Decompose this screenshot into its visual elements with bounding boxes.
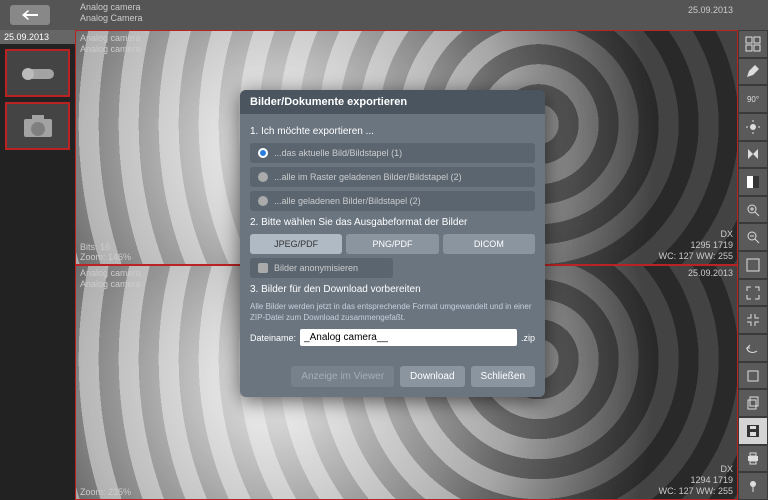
- topbar-title: Analog camera Analog Camera: [80, 2, 143, 24]
- thumbnail-2[interactable]: [5, 102, 70, 150]
- export-option-grid[interactable]: ...alle im Raster geladenen Bilder/Bilds…: [250, 167, 535, 187]
- checkbox-icon: [258, 263, 268, 273]
- floppy-icon: [746, 424, 760, 438]
- pane-zoom-info: Bits: 16 Zoom: 146%: [80, 242, 131, 262]
- rotate-icon: 90°: [747, 95, 759, 104]
- export-option-current[interactable]: ...das aktuelle Bild/Bildstapel (1): [250, 143, 535, 163]
- print-button[interactable]: [739, 446, 767, 472]
- section-1-title: 1. Ich möchte exportieren ...: [250, 126, 535, 137]
- close-button[interactable]: Schließen: [471, 366, 535, 387]
- format-dicom[interactable]: DICOM: [443, 234, 535, 254]
- right-toolbar: 90°: [738, 30, 768, 500]
- fit-icon: [746, 258, 760, 272]
- flip-icon: [746, 147, 760, 161]
- undo-button[interactable]: [739, 335, 767, 361]
- anonymize-checkbox[interactable]: Bilder anonymisieren: [250, 258, 393, 278]
- grid-icon: [745, 36, 761, 52]
- rotate-button[interactable]: 90°: [739, 86, 767, 112]
- pin-icon: [746, 479, 760, 493]
- pane-label: Analog camera Analog camera: [80, 268, 141, 290]
- radio-icon: [258, 172, 268, 182]
- thumbnail-1[interactable]: [5, 49, 70, 97]
- flip-button[interactable]: [739, 142, 767, 168]
- left-sidebar: 25.09.2013: [0, 30, 75, 500]
- grid-layout-button[interactable]: [739, 31, 767, 57]
- ruler-icon: [746, 369, 760, 383]
- back-button[interactable]: [10, 5, 50, 25]
- zoom-out-button[interactable]: [739, 224, 767, 250]
- undo-icon: [746, 341, 760, 355]
- filename-label: Dateiname:: [250, 333, 296, 343]
- brightness-button[interactable]: [739, 114, 767, 140]
- sidebar-date-header: 25.09.2013: [0, 30, 75, 44]
- viewer-button: Anzeige im Viewer: [291, 366, 394, 387]
- measure-button[interactable]: [739, 363, 767, 389]
- expand-icon: [746, 286, 760, 300]
- filename-input[interactable]: [300, 329, 517, 346]
- collapse-icon: [746, 313, 760, 327]
- section-3-hint: Alle Bilder werden jetzt in das entsprec…: [250, 301, 535, 323]
- topbar-date: 25.09.2013: [688, 5, 733, 15]
- radio-icon: [258, 196, 268, 206]
- download-button[interactable]: Download: [400, 366, 464, 387]
- sun-icon: [746, 120, 760, 134]
- fit-button[interactable]: [739, 252, 767, 278]
- fullscreen-button[interactable]: [739, 280, 767, 306]
- zoom-out-icon: [746, 230, 760, 244]
- section-3-title: 3. Bilder für den Download vorbereiten: [250, 284, 535, 295]
- print-icon: [746, 451, 760, 465]
- arrow-left-icon: [22, 10, 38, 20]
- pencil-icon: [745, 63, 761, 79]
- collapse-button[interactable]: [739, 307, 767, 333]
- contrast-button[interactable]: [739, 169, 767, 195]
- save-button[interactable]: [739, 418, 767, 444]
- format-jpeg-pdf[interactable]: JPEG/PDF: [250, 234, 342, 254]
- copy-button[interactable]: [739, 390, 767, 416]
- draw-button[interactable]: [739, 59, 767, 85]
- pane-meta: DX 1295 1719 WC: 127 WW: 255: [659, 229, 733, 262]
- contrast-icon: [746, 175, 760, 189]
- dialog-title: Bilder/Dokumente exportieren: [240, 90, 545, 114]
- zoom-in-button[interactable]: [739, 197, 767, 223]
- pane-zoom-info: Zoom: 235%: [80, 487, 131, 497]
- pane-label: Analog camera Analog camera: [80, 33, 141, 55]
- format-png-pdf[interactable]: PNG/PDF: [346, 234, 438, 254]
- section-2-title: 2. Bitte wählen Sie das Ausgabeformat de…: [250, 217, 535, 228]
- export-option-all[interactable]: ...alle geladenen Bilder/Bildstapel (2): [250, 191, 535, 211]
- copy-icon: [746, 396, 760, 410]
- pin-button[interactable]: [739, 473, 767, 499]
- export-dialog: Bilder/Dokumente exportieren 1. Ich möch…: [240, 90, 545, 397]
- pane-meta: DX 1294 1719 WC: 127 WW: 255: [659, 464, 733, 497]
- filename-suffix: .zip: [521, 333, 535, 343]
- radio-icon: [258, 148, 268, 158]
- pane-date: 25.09.2013: [688, 268, 733, 278]
- zoom-in-icon: [746, 203, 760, 217]
